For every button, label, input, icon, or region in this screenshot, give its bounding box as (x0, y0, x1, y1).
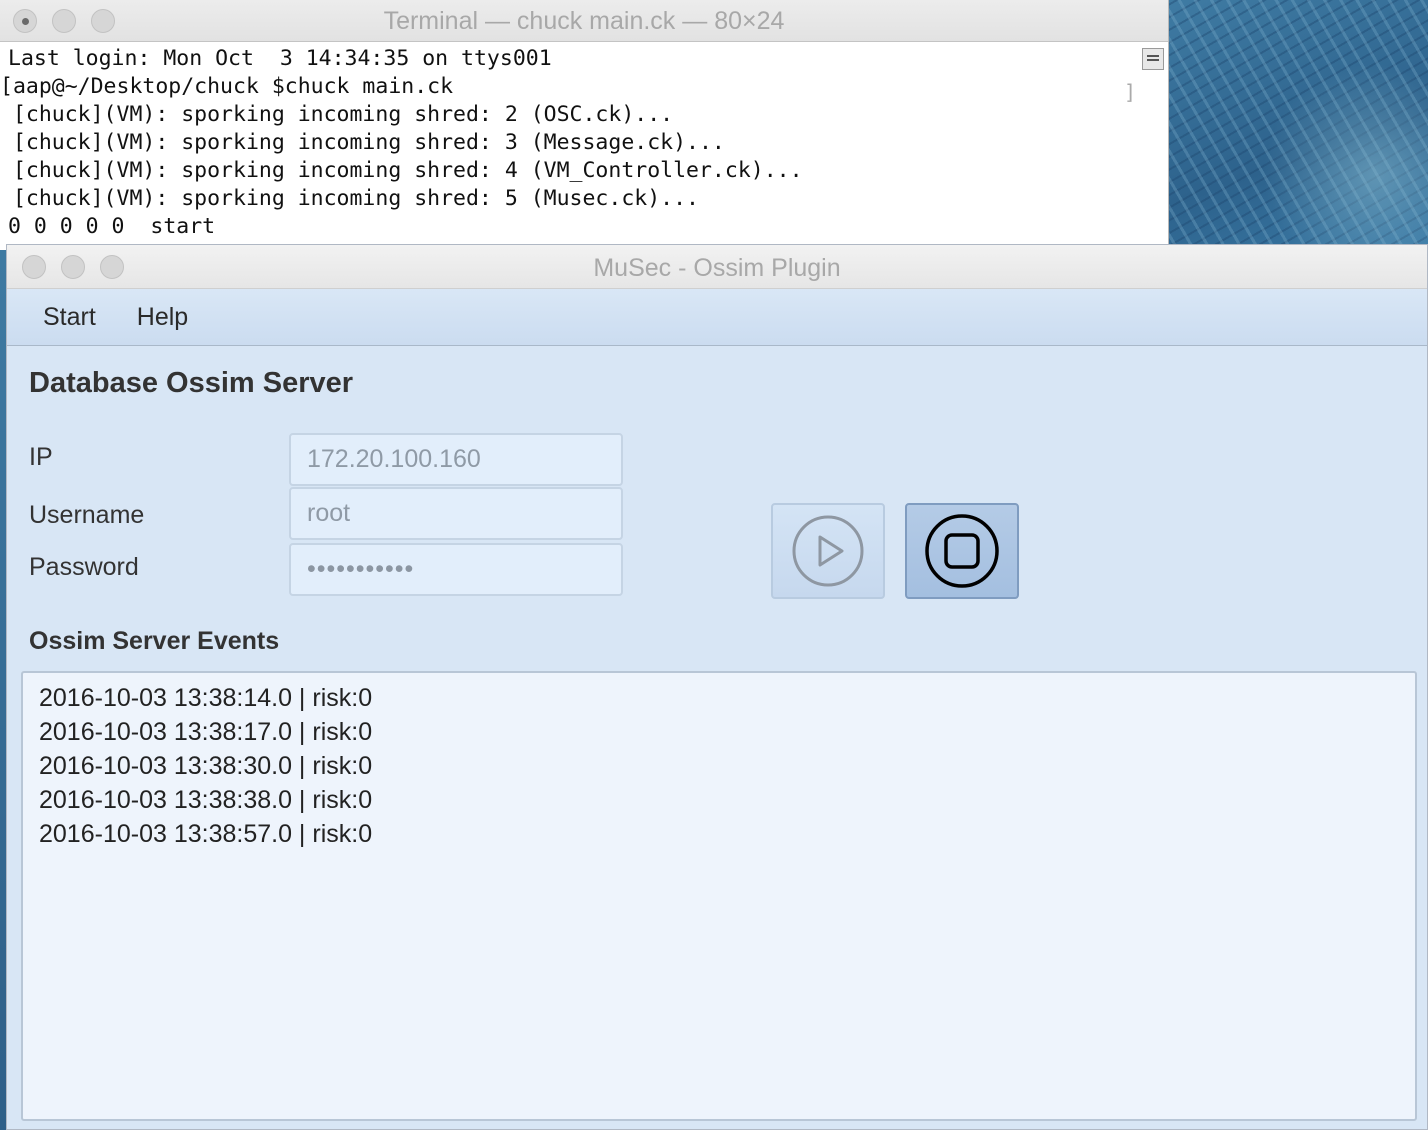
events-list[interactable]: 2016-10-03 13:38:14.0 | risk:0 2016-10-0… (21, 671, 1417, 1121)
event-item: 2016-10-03 13:38:57.0 | risk:0 (39, 820, 373, 848)
event-item: 2016-10-03 13:38:30.0 | risk:0 (39, 752, 373, 780)
password-label: Password (29, 553, 139, 581)
terminal-titlebar[interactable]: Terminal — chuck main.ck — 80×24 (0, 0, 1168, 42)
database-section-title: Database Ossim Server (29, 367, 354, 399)
menu-start[interactable]: Start (43, 303, 96, 332)
play-circle-icon (792, 515, 864, 587)
events-section-title: Ossim Server Events (29, 627, 280, 655)
play-button[interactable] (771, 503, 885, 599)
menubar: Start Help (7, 289, 1427, 346)
terminal-line: [chuck](VM): sporking incoming shred: 3 … (0, 130, 725, 155)
ip-label: IP (29, 443, 53, 471)
menu-help[interactable]: Help (137, 303, 188, 332)
event-item: 2016-10-03 13:38:38.0 | risk:0 (39, 786, 373, 814)
stop-circle-icon (925, 514, 999, 588)
terminal-title: Terminal — chuck main.ck — 80×24 (383, 7, 785, 35)
stop-button[interactable] (905, 503, 1019, 599)
event-item: 2016-10-03 13:38:14.0 | risk:0 (39, 684, 373, 712)
musec-titlebar[interactable]: MuSec - Ossim Plugin (7, 245, 1427, 289)
ip-input[interactable] (289, 433, 623, 486)
terminal-line: [chuck](VM): sporking incoming shred: 5 … (0, 186, 699, 211)
terminal-line: [chuck](VM): sporking incoming shred: 2 … (0, 102, 674, 127)
terminal-bracket-marker: ] (1123, 80, 1136, 104)
password-input[interactable] (289, 543, 623, 596)
split-pane-icon[interactable] (1142, 48, 1164, 70)
terminal-line: 0 0 0 0 0 start (8, 214, 216, 239)
terminal-line: Last login: Mon Oct 3 14:34:35 on ttys00… (8, 46, 552, 71)
terminal-line: [chuck](VM): sporking incoming shred: 4 … (0, 158, 803, 183)
terminal-output[interactable]: Last login: Mon Oct 3 14:34:35 on ttys00… (0, 42, 1168, 241)
terminal-line: [aap@~/Desktop/chuck $chuck main.ck (0, 74, 454, 99)
event-item: 2016-10-03 13:38:17.0 | risk:0 (39, 718, 373, 746)
desktop-wallpaper (1160, 0, 1428, 250)
username-label: Username (29, 501, 145, 529)
terminal-window: Terminal — chuck main.ck — 80×24 Last lo… (0, 0, 1169, 250)
musec-window: MuSec - Ossim Plugin Start Help Database… (6, 244, 1428, 1130)
username-input[interactable] (289, 487, 623, 540)
musec-title: MuSec - Ossim Plugin (593, 254, 841, 282)
